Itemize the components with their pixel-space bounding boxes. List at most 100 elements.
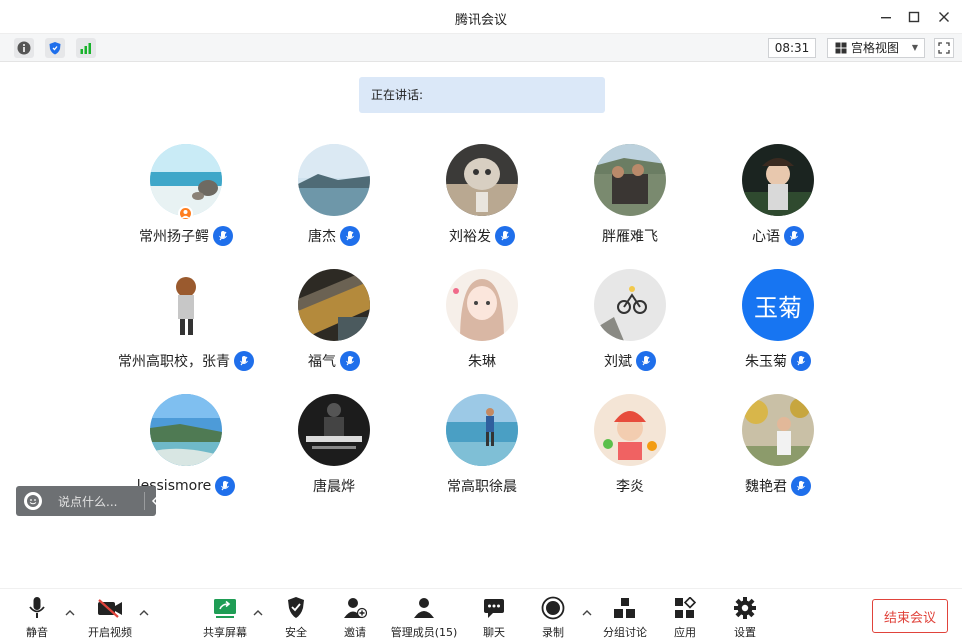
microphone-icon	[22, 595, 52, 621]
shield-icon	[281, 595, 311, 621]
fullscreen-icon	[938, 42, 950, 54]
chat-label: 聊天	[483, 626, 505, 639]
mic-icon	[340, 351, 360, 371]
video-label: 开启视频	[88, 626, 132, 639]
avatar	[298, 144, 370, 216]
participant-name: 朱琳	[468, 354, 496, 370]
mute-button[interactable]: 静音	[20, 595, 54, 641]
shield-icon	[49, 42, 61, 55]
video-options-chevron[interactable]	[138, 607, 150, 617]
audio-options-chevron[interactable]	[64, 607, 76, 617]
view-mode-dropdown[interactable]: 宫格视图 ▼	[827, 38, 925, 58]
avatar	[150, 269, 222, 341]
avatar: 玉菊	[742, 269, 814, 341]
start-video-button[interactable]: 开启视频	[84, 595, 136, 641]
avatar	[594, 144, 666, 216]
manage-members-button[interactable]: 管理成员(15)	[388, 595, 460, 641]
record-options-chevron[interactable]	[581, 607, 593, 617]
avatar	[594, 269, 666, 341]
record-label: 录制	[542, 626, 564, 639]
collapse-arrow-icon[interactable]	[150, 492, 160, 510]
mic-icon	[495, 226, 515, 246]
network-signal-button[interactable]	[76, 38, 96, 58]
settings-label: 设置	[734, 626, 756, 639]
avatar	[298, 394, 370, 466]
members-icon	[409, 595, 439, 621]
close-button[interactable]	[933, 7, 955, 27]
avatar	[446, 144, 518, 216]
participant-tile[interactable]: 魏艳君	[703, 394, 853, 504]
breakout-rooms-button[interactable]: 分组讨论	[600, 595, 650, 641]
participant-name: 福气	[308, 354, 336, 370]
participant-name-line: 心语	[673, 226, 883, 246]
grid-view-icon	[835, 42, 847, 54]
chat-bubble-icon	[479, 595, 509, 621]
share-screen-button[interactable]: 共享屏幕	[198, 595, 252, 641]
members-label: 管理成员(15)	[390, 626, 458, 639]
maximize-button[interactable]	[903, 7, 925, 27]
meeting-info-bar: 08:31 宫格视图 ▼	[0, 34, 962, 62]
chevron-up-icon	[139, 609, 149, 615]
record-icon	[538, 595, 568, 621]
close-icon	[939, 12, 949, 22]
apps-button[interactable]: 应用	[668, 595, 702, 641]
avatar	[742, 144, 814, 216]
participant-name: 唐晨烨	[313, 479, 355, 495]
participant-tile[interactable]: 玉菊 朱玉菊	[703, 269, 853, 379]
breakout-label: 分组讨论	[603, 626, 647, 639]
bottom-toolbar: 静音 开启视频 共享屏幕 安全 邀请 管理成员(15) 聊天 录制 分组讨论 应…	[0, 588, 962, 642]
settings-button[interactable]: 设置	[728, 595, 762, 641]
view-mode-label: 宫格视图	[851, 41, 900, 55]
avatar	[446, 269, 518, 341]
quick-chat-bar[interactable]: 说点什么...	[16, 486, 158, 516]
user-icon	[181, 210, 190, 218]
divider	[144, 492, 145, 510]
fullscreen-button[interactable]	[934, 38, 954, 58]
video-off-icon	[95, 595, 125, 621]
mic-icon	[636, 351, 656, 371]
mute-label: 静音	[26, 626, 48, 639]
apps-label: 应用	[674, 626, 696, 639]
participant-tile[interactable]: 心语	[703, 144, 853, 254]
meeting-timer: 08:31	[768, 38, 816, 58]
security-shield-button[interactable]	[45, 38, 65, 58]
info-icon	[17, 41, 31, 55]
apps-grid-icon	[670, 595, 700, 621]
participant-name: 朱玉菊	[745, 354, 787, 370]
share-options-chevron[interactable]	[252, 607, 264, 617]
minimize-icon	[881, 17, 891, 19]
participant-name: 刘斌	[604, 354, 632, 370]
participant-name: 李炎	[616, 479, 644, 495]
speaking-indicator: 正在讲话:	[359, 77, 605, 113]
security-button[interactable]: 安全	[280, 595, 312, 641]
avatar	[446, 394, 518, 466]
title-bar: 腾讯会议	[0, 0, 962, 34]
participant-name: 胖雁难飞	[602, 229, 658, 245]
emoji-icon[interactable]	[24, 492, 42, 510]
participant-name: 魏艳君	[745, 479, 787, 495]
share-screen-icon	[210, 595, 240, 621]
minimize-button[interactable]	[875, 7, 897, 27]
security-label: 安全	[285, 626, 307, 639]
chat-button[interactable]: 聊天	[477, 595, 511, 641]
mic-icon	[784, 226, 804, 246]
host-badge	[178, 206, 193, 221]
invite-label: 邀请	[344, 626, 366, 639]
maximize-icon	[908, 11, 920, 23]
participant-name-line: 魏艳君	[673, 476, 883, 496]
record-button[interactable]: 录制	[536, 595, 570, 641]
invite-button[interactable]: 邀请	[338, 595, 372, 641]
avatar	[298, 269, 370, 341]
participant-name: 刘裕发	[449, 229, 491, 245]
chevron-up-icon	[582, 609, 592, 615]
meeting-info-button[interactable]	[14, 38, 34, 58]
chat-input-placeholder[interactable]: 说点什么...	[58, 493, 117, 510]
signal-bars-icon	[80, 43, 91, 54]
end-meeting-button[interactable]: 结束会议	[872, 599, 948, 633]
mic-icon	[340, 226, 360, 246]
avatar	[150, 394, 222, 466]
mic-icon	[791, 476, 811, 496]
avatar	[594, 394, 666, 466]
gear-icon	[730, 595, 760, 621]
share-label: 共享屏幕	[203, 626, 247, 639]
